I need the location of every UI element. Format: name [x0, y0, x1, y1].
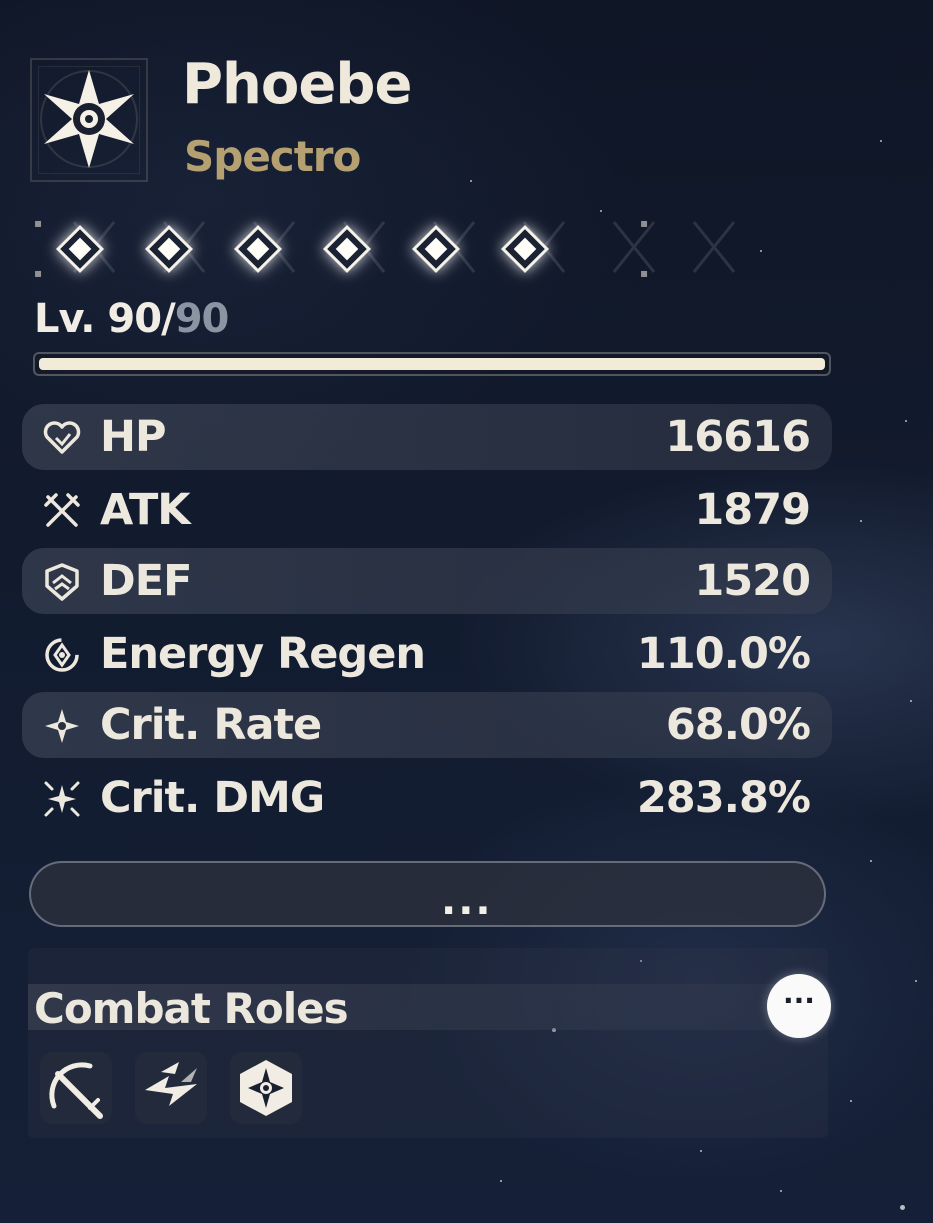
- sequence-nodes: ▪ ▪ ▪ ▪: [34, 212, 736, 282]
- stat-label: ATK: [100, 485, 191, 535]
- stat-value: 68.0%: [665, 700, 811, 750]
- def-shield-icon: [45, 563, 79, 601]
- stat-row-energy-regen[interactable]: Energy Regen 110.0%: [22, 621, 832, 687]
- level-current: 90: [107, 296, 162, 342]
- stat-label: DEF: [100, 556, 192, 606]
- slash-sword-role-icon: [49, 1062, 103, 1119]
- energy-regen-icon: [45, 638, 79, 672]
- stat-label: Crit. DMG: [100, 773, 325, 823]
- stat-value: 1879: [694, 485, 811, 535]
- hp-heart-icon: [43, 421, 81, 454]
- level-progress-fill: [39, 358, 825, 370]
- stat-value: 110.0%: [636, 629, 811, 679]
- stat-row-atk[interactable]: ATK 1879: [22, 477, 832, 543]
- spectro-emblem-icon: [40, 70, 138, 168]
- combat-roles-title: Combat Roles: [34, 984, 349, 1033]
- stat-label: Energy Regen: [100, 629, 426, 679]
- spectro-hex-role-icon: [240, 1060, 292, 1116]
- level-indicator: Lv. 90/90: [34, 296, 230, 342]
- level-separator: /: [161, 296, 176, 342]
- element-emblem: [30, 58, 148, 182]
- role-badge-1[interactable]: [40, 1052, 112, 1124]
- role-badge-2[interactable]: [135, 1052, 207, 1124]
- more-icon: ···: [783, 984, 815, 1017]
- level-prefix: Lv.: [34, 296, 108, 342]
- stat-label: Crit. Rate: [100, 700, 322, 750]
- stat-value: 1520: [694, 556, 811, 606]
- stat-label: HP: [100, 412, 167, 462]
- role-badge-3[interactable]: [230, 1052, 302, 1124]
- stat-row-def[interactable]: DEF 1520: [22, 548, 832, 614]
- character-name: Phoebe: [182, 52, 412, 117]
- level-progress-bar: [33, 352, 831, 376]
- combat-roles-info-button[interactable]: ···: [767, 974, 831, 1038]
- crit-dmg-burst-icon: [44, 781, 80, 817]
- level-max: 90: [174, 296, 230, 342]
- stat-value: 283.8%: [636, 773, 811, 823]
- lightning-burst-role-icon: [145, 1062, 197, 1106]
- stat-row-crit-dmg[interactable]: Crit. DMG 283.8%: [22, 765, 832, 831]
- stat-row-hp[interactable]: HP 16616: [22, 404, 832, 470]
- crit-rate-star-icon: [45, 709, 79, 743]
- more-stats-button[interactable]: ...: [29, 861, 826, 927]
- stat-row-crit-rate[interactable]: Crit. Rate 68.0%: [22, 692, 832, 758]
- stat-value: 16616: [665, 412, 811, 462]
- more-stats-label: ...: [441, 878, 493, 924]
- character-element: Spectro: [184, 132, 361, 181]
- atk-crossed-swords-icon: [44, 493, 80, 527]
